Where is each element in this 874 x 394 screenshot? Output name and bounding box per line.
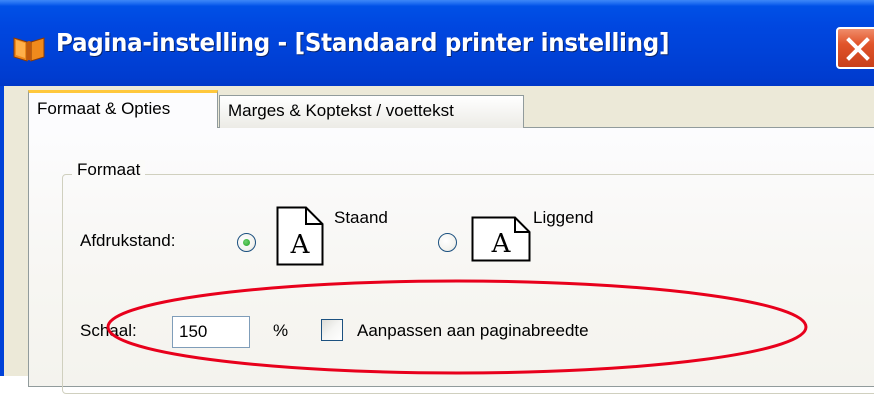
window-title: Pagina-instelling - [Standaard printer i… <box>56 28 670 57</box>
book-icon[interactable] <box>12 34 46 62</box>
portrait-radio[interactable] <box>237 233 256 252</box>
tab-marges-koptekst[interactable]: Marges & Koptekst / voettekst <box>219 95 524 128</box>
portrait-glyph: A <box>290 230 311 260</box>
scale-label: Schaal: <box>80 321 137 340</box>
format-group-legend: Formaat <box>72 160 146 180</box>
scale-unit: % <box>273 321 289 340</box>
window-border <box>0 86 4 376</box>
close-x-icon <box>846 37 870 61</box>
landscape-glyph: A <box>491 229 512 259</box>
landscape-label[interactable]: Liggend <box>533 208 594 228</box>
close-button[interactable] <box>836 27 874 69</box>
landscape-page-icon[interactable]: A <box>471 216 531 262</box>
tab-formaat-opties[interactable]: Formaat & Opties <box>28 90 218 128</box>
orientation-label: Afdrukstand: <box>80 231 176 250</box>
title-bar-highlight <box>0 0 874 6</box>
scale-input[interactable]: 150 <box>172 316 250 348</box>
landscape-radio[interactable] <box>438 233 457 252</box>
radio-selected-dot <box>243 239 250 246</box>
title-bar[interactable]: Pagina-instelling - [Standaard printer i… <box>0 0 874 86</box>
fit-page-width-label[interactable]: Aanpassen aan paginabreedte <box>357 321 589 341</box>
fit-page-width-checkbox[interactable] <box>321 319 343 341</box>
portrait-page-icon[interactable]: A <box>276 206 324 266</box>
format-groupbox <box>62 174 874 394</box>
portrait-label[interactable]: Staand <box>334 208 388 228</box>
